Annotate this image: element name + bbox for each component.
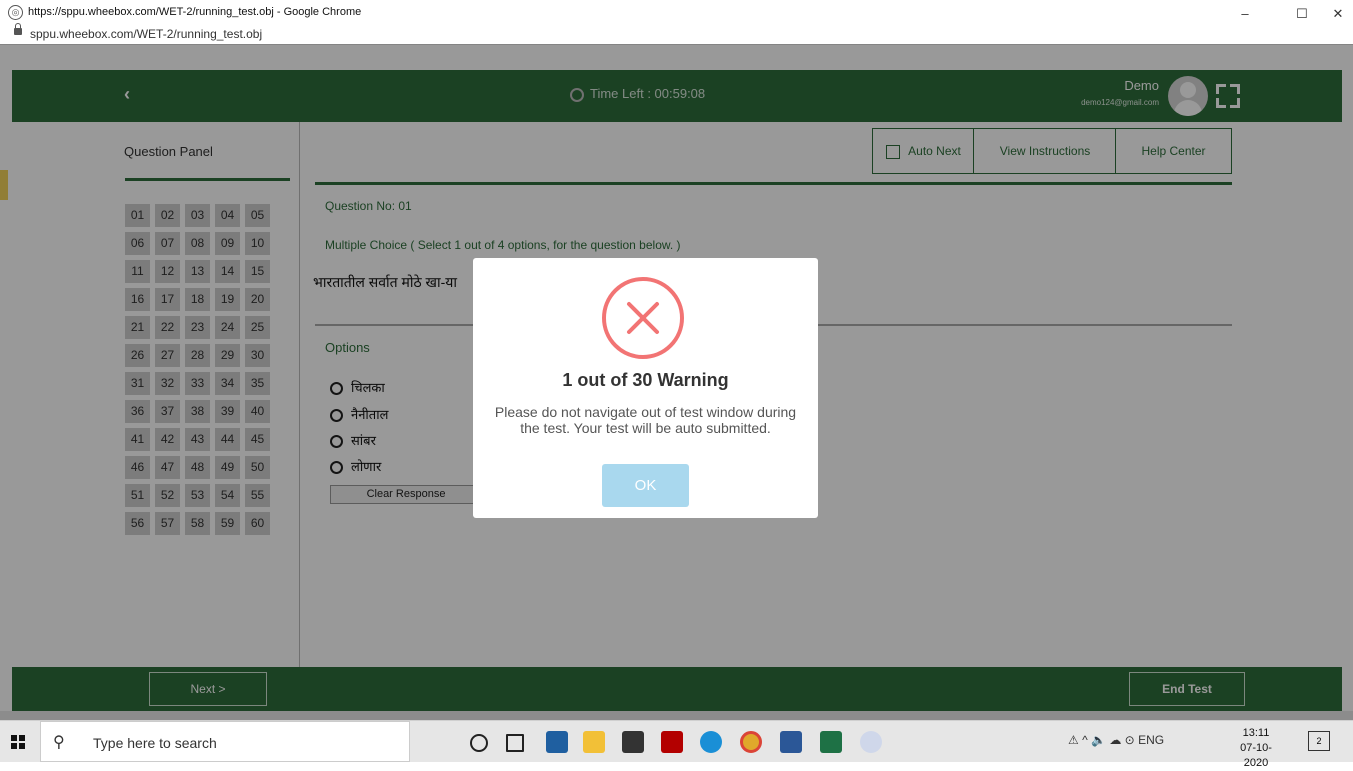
store-icon[interactable] xyxy=(622,731,644,753)
taskbar-search[interactable]: ⚲ Type here to search xyxy=(40,721,410,762)
address-bar[interactable]: sppu.wheebox.com/WET-2/running_test.obj xyxy=(30,27,262,41)
netflix-icon[interactable] xyxy=(661,731,683,753)
tray-icons: ⚠ ^ 🔈 ☁ ⊙ xyxy=(1068,733,1139,747)
windows-taskbar: ⚲ Type here to search ⚠ ^ 🔈 ☁ ⊙ ENG 13:1… xyxy=(0,720,1353,769)
ok-button[interactable]: OK xyxy=(602,464,689,507)
warning-message: Please do not navigate out of test windo… xyxy=(494,404,797,436)
clock-date: 07-10-2020 xyxy=(1240,742,1272,769)
file-explorer-icon[interactable] xyxy=(583,731,605,753)
clock[interactable]: 13:11 07-10-2020 xyxy=(1232,726,1280,771)
system-tray[interactable]: ⚠ ^ 🔈 ☁ ⊙ ENG xyxy=(1068,733,1164,747)
search-icon: ⚲ xyxy=(53,734,65,751)
chrome-icon[interactable] xyxy=(740,731,762,753)
browser-titlebar: ◎ https://sppu.wheebox.com/WET-2/running… xyxy=(0,0,1353,45)
lock-icon xyxy=(14,23,22,35)
error-x-icon xyxy=(602,277,684,359)
maximize-button[interactable]: ☐ xyxy=(1287,6,1317,22)
warning-title: 1 out of 30 Warning xyxy=(562,370,729,390)
language-indicator: ENG xyxy=(1138,733,1165,747)
minimize-button[interactable]: – xyxy=(1230,6,1260,22)
globe-icon: ◎ xyxy=(8,5,23,20)
word-icon[interactable] xyxy=(780,731,802,753)
clock-time: 13:11 xyxy=(1242,727,1270,739)
window-title: https://sppu.wheebox.com/WET-2/running_t… xyxy=(28,6,362,18)
task-view-icon[interactable] xyxy=(506,734,524,752)
cortana-icon[interactable] xyxy=(470,734,488,752)
paint-icon[interactable] xyxy=(860,731,882,753)
search-placeholder: Type here to search xyxy=(93,735,217,751)
excel-icon[interactable] xyxy=(820,731,842,753)
warning-dialog: 1 out of 30 Warning Please do not naviga… xyxy=(473,258,818,518)
dropbox-icon[interactable] xyxy=(546,731,568,753)
windows-start-icon[interactable] xyxy=(11,735,25,749)
notification-icon[interactable]: 2 xyxy=(1308,731,1330,751)
edge-icon[interactable] xyxy=(700,731,722,753)
close-button[interactable]: ✕ xyxy=(1323,6,1353,22)
